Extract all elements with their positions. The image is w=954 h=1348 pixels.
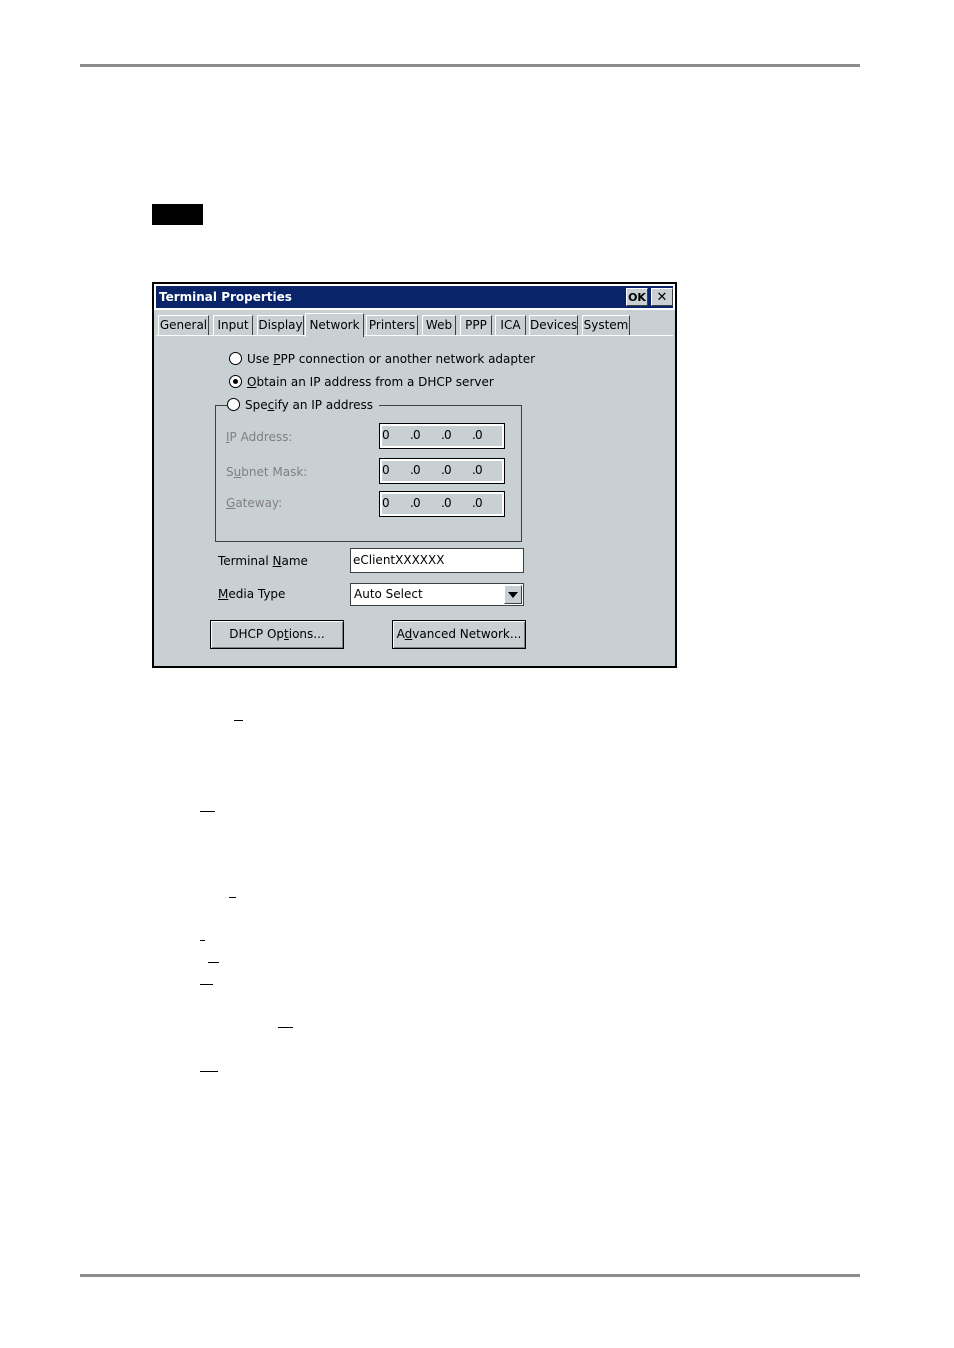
ok-button[interactable]: OK [626, 288, 648, 306]
ip-address-post: P Address: [229, 430, 293, 444]
dhcp-btn-post: ions... [288, 627, 325, 641]
radio-specify-post: ify an IP address [274, 398, 374, 412]
underline-mark [200, 940, 205, 941]
tab-web[interactable]: Web [422, 315, 456, 335]
gateway-key: G [226, 496, 236, 510]
close-icon[interactable]: ✕ [651, 288, 673, 306]
tab-display[interactable]: Display [257, 315, 304, 335]
radio-ppp-pre: Use [247, 352, 274, 366]
radio-use-ppp[interactable]: Use PPP connection or another network ad… [229, 350, 535, 368]
radio-ppp-post: PP connection or another network adapter [280, 352, 536, 366]
subnet-mask-post: bnet Mask: [241, 465, 308, 479]
terminal-properties-dialog: Terminal Properties OK ✕ General Input D… [152, 282, 677, 668]
page-bottom-rule [80, 1274, 860, 1277]
chevron-down-icon[interactable] [504, 585, 522, 604]
subnet-mask-field[interactable]: 0 . 0 . 0 . 0 [379, 458, 505, 484]
adv-btn-post: vanced Network... [412, 627, 522, 641]
ip-octet-1[interactable]: 0 [382, 426, 390, 444]
tab-ica[interactable]: ICA [495, 315, 526, 335]
ip-octet-3[interactable]: 0 [444, 426, 452, 444]
terminal-name-label: Terminal Name [218, 552, 308, 570]
tab-ppp[interactable]: PPP [460, 315, 492, 335]
tab-baseline [156, 335, 673, 336]
subnet-octet-4[interactable]: 0 [475, 461, 483, 479]
underline-mark [234, 720, 243, 721]
underline-mark [200, 984, 213, 985]
gateway-octet-3[interactable]: 0 [444, 494, 452, 512]
subnet-octet-3[interactable]: 0 [444, 461, 452, 479]
note-marker [152, 204, 203, 225]
tab-input[interactable]: Input [213, 315, 253, 335]
subnet-octet-2[interactable]: 0 [413, 461, 421, 479]
radio-specify-ip[interactable]: Specify an IP address [227, 396, 380, 414]
media-type-post: edia Type [228, 587, 286, 601]
media-type-label: Media Type [218, 585, 285, 603]
tab-system[interactable]: System [582, 315, 630, 335]
radio-dhcp-post: btain an IP address from a DHCP server [256, 375, 494, 389]
radio-button-selected[interactable] [229, 375, 242, 388]
terminal-name-key: N [272, 554, 282, 568]
title-bar: Terminal Properties OK ✕ [154, 284, 675, 310]
subnet-mask-pre: S [226, 465, 234, 479]
underline-mark [200, 811, 215, 812]
gateway-octet-4[interactable]: 0 [475, 494, 483, 512]
tab-devices[interactable]: Devices [529, 315, 578, 335]
window-title: Terminal Properties [159, 290, 292, 304]
underline-mark [208, 962, 219, 963]
terminal-name-input[interactable]: eClientXXXXXX [350, 548, 524, 573]
gateway-label: Gateway: [226, 494, 282, 512]
subnet-octet-1[interactable]: 0 [382, 461, 390, 479]
gateway-octet-2[interactable]: 0 [413, 494, 421, 512]
radio-specify-pre: Spe [245, 398, 268, 412]
media-type-select[interactable]: Auto Select [350, 583, 524, 606]
dhcp-options-button[interactable]: DHCP Options... [210, 620, 344, 649]
advanced-network-button[interactable]: Advanced Network... [392, 620, 526, 649]
ip-octet-4[interactable]: 0 [475, 426, 483, 444]
tab-printers[interactable]: Printers [366, 315, 418, 335]
title-bar-fill: Terminal Properties OK ✕ [156, 286, 673, 308]
radio-button[interactable] [227, 398, 240, 411]
terminal-name-pre: Terminal [218, 554, 273, 568]
ip-octet-2[interactable]: 0 [413, 426, 421, 444]
media-type-value: Auto Select [354, 587, 423, 601]
media-type-key: M [218, 587, 229, 601]
ip-address-label: IP Address: [226, 428, 292, 446]
subnet-mask-label: Subnet Mask: [226, 463, 307, 481]
tab-network[interactable]: Network [305, 313, 364, 337]
radio-obtain-dhcp[interactable]: Obtain an IP address from a DHCP server [229, 373, 494, 391]
radio-button[interactable] [229, 352, 242, 365]
page-top-rule [80, 64, 860, 67]
terminal-name-post: ame [281, 554, 308, 568]
gateway-octet-1[interactable]: 0 [382, 494, 390, 512]
adv-btn-pre: A [396, 627, 405, 641]
underline-mark [278, 1027, 293, 1028]
underline-mark [229, 897, 236, 898]
dhcp-btn-pre: DHCP Op [229, 627, 285, 641]
tab-general[interactable]: General [158, 315, 209, 335]
underline-mark [200, 1071, 218, 1072]
gateway-post: ateway: [235, 496, 283, 510]
gateway-field[interactable]: 0 . 0 . 0 . 0 [379, 491, 505, 517]
ip-address-field[interactable]: 0 . 0 . 0 . 0 [379, 423, 505, 449]
